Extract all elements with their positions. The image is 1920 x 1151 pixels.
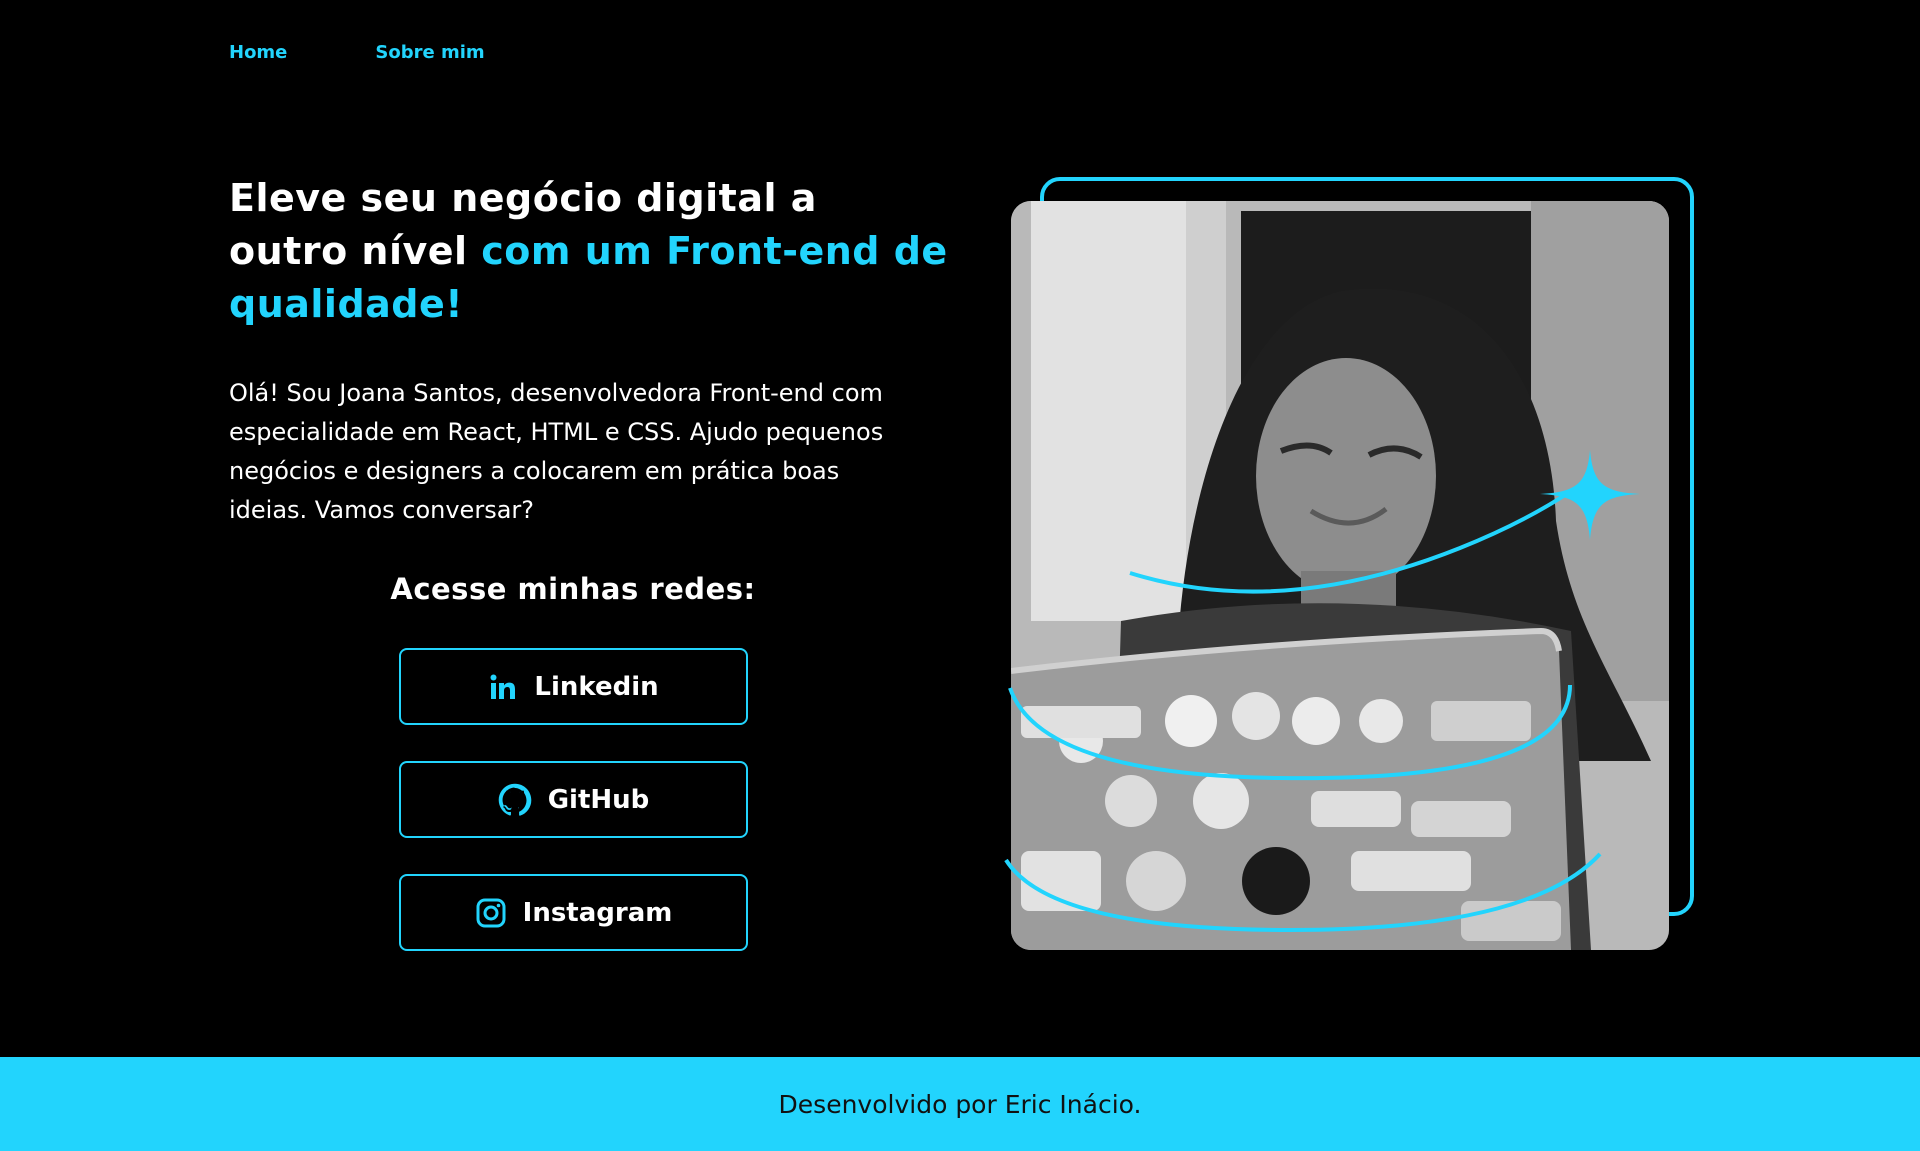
nav-link-sobre-mim[interactable]: Sobre mim xyxy=(375,42,484,63)
linkedin-label: Linkedin xyxy=(534,671,659,702)
instagram-icon xyxy=(475,897,507,929)
instagram-label: Instagram xyxy=(522,897,673,928)
hero-title: Eleve seu negócio digital a outro nível … xyxy=(229,172,949,331)
linkedin-button[interactable]: Linkedin xyxy=(399,648,748,725)
intro-paragraph: Olá! Sou Joana Santos, desenvolvedora Fr… xyxy=(229,379,884,524)
top-navigation: Home Sobre mim xyxy=(229,42,485,63)
footer-credit: Desenvolvido por Eric Inácio. xyxy=(778,1089,1142,1119)
instagram-button[interactable]: Instagram xyxy=(399,874,748,951)
footer: Desenvolvido por Eric Inácio. xyxy=(0,1057,1920,1151)
github-icon xyxy=(498,783,532,817)
profile-photo xyxy=(1011,201,1669,950)
linkedin-icon xyxy=(488,672,518,702)
nav-link-home[interactable]: Home xyxy=(229,42,287,63)
github-button[interactable]: GitHub xyxy=(399,761,748,838)
github-label: GitHub xyxy=(547,784,650,815)
networks-title: Acesse minhas redes: xyxy=(390,572,756,606)
